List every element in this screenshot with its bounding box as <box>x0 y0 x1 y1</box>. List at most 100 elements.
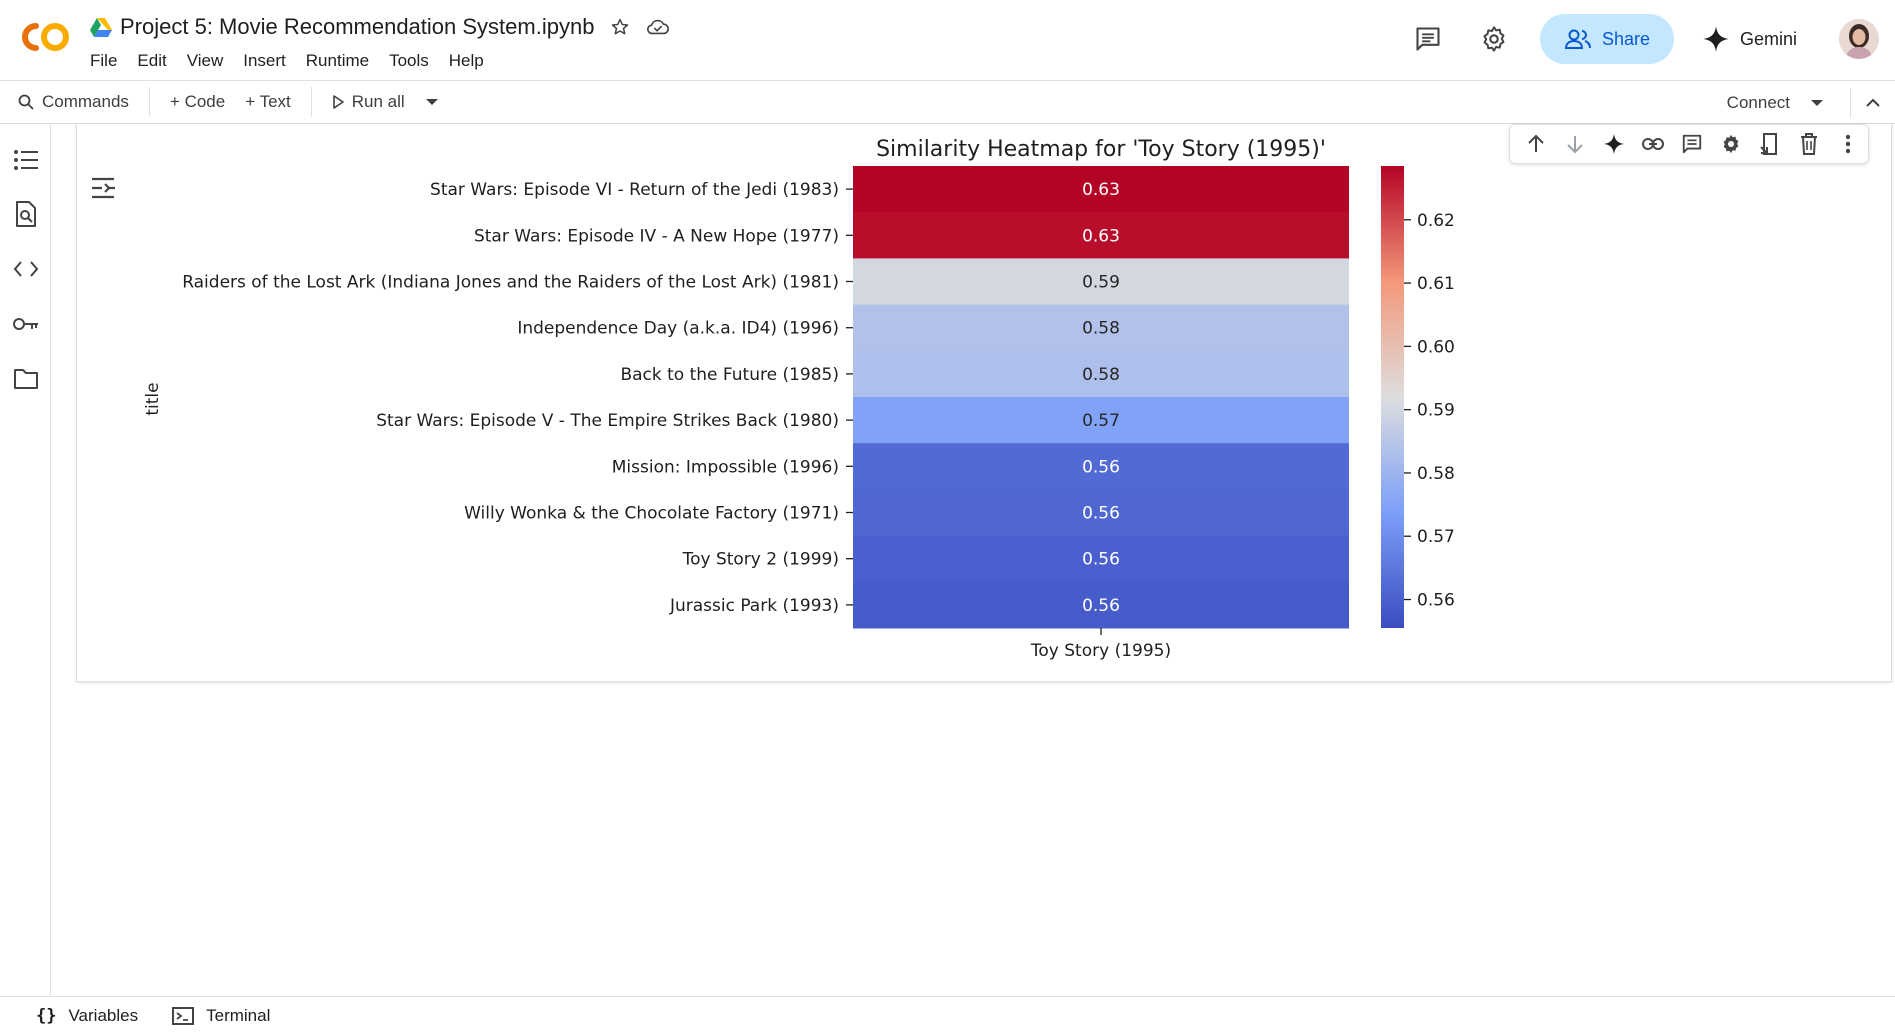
row-tick-label: Star Wars: Episode VI - Return of the Je… <box>430 180 839 200</box>
heatmap-cell-label: 0.63 <box>1082 226 1120 246</box>
row-tick-label: Back to the Future (1985) <box>620 365 839 385</box>
caret-down-icon <box>1811 100 1823 106</box>
play-icon <box>332 95 344 109</box>
comment-icon[interactable] <box>1672 124 1711 164</box>
google-drive-icon[interactable] <box>90 17 112 37</box>
cell-settings-gear-icon[interactable] <box>1712 124 1751 164</box>
row-tick-label: Independence Day (a.k.a. ID4) (1996) <box>517 319 839 339</box>
menu-runtime[interactable]: Runtime <box>296 49 379 73</box>
move-cell-down-icon[interactable] <box>1555 124 1594 164</box>
chevron-up-icon <box>1866 98 1880 107</box>
commands-button[interactable]: Commands <box>8 80 139 124</box>
settings-gear-icon[interactable] <box>1474 19 1514 59</box>
row-tick-label: Star Wars: Episode V - The Empire Strike… <box>376 411 839 431</box>
run-all-dropdown[interactable] <box>415 80 449 124</box>
people-icon <box>1564 29 1591 49</box>
terminal-button[interactable]: Terminal <box>172 1006 270 1026</box>
row-tick-label: Jurassic Park (1993) <box>669 596 839 616</box>
run-all-label: Run all <box>351 92 405 111</box>
colorbar-tick-label: 0.59 <box>1417 401 1455 421</box>
comments-icon[interactable] <box>1408 19 1448 59</box>
move-cell-up-icon[interactable] <box>1516 124 1555 164</box>
heatmap-cell-label: 0.56 <box>1082 596 1120 616</box>
heatmap-cell-label: 0.58 <box>1082 365 1120 385</box>
chart-title: Similarity Heatmap for 'Toy Story (1995)… <box>876 137 1326 162</box>
connect-dropdown[interactable] <box>1800 81 1834 125</box>
menu-insert[interactable]: Insert <box>233 49 296 73</box>
share-label: Share <box>1601 28 1650 49</box>
colorbar-tick-label: 0.56 <box>1417 591 1455 611</box>
heatmap-cell-label: 0.56 <box>1082 504 1120 524</box>
row-tick-label: Star Wars: Episode IV - A New Hope (1977… <box>474 226 839 246</box>
menu-file[interactable]: File <box>80 49 127 73</box>
cloud-saved-icon[interactable] <box>646 15 670 39</box>
header-actions: Share Gemini <box>1408 12 1895 66</box>
notebook-toolbar: Commands + Code + Text Run all Connect <box>0 80 1895 124</box>
add-text-button[interactable]: + Text <box>235 80 301 124</box>
connect-button[interactable]: Connect <box>1717 81 1800 125</box>
toolbar-right: Connect <box>1717 81 1895 125</box>
gemini-sparkle-icon[interactable] <box>1594 124 1633 164</box>
share-button[interactable]: Share <box>1539 14 1674 64</box>
gemini-label: Gemini <box>1739 28 1797 49</box>
colorbar-tick-label: 0.57 <box>1417 527 1455 547</box>
notebook-title[interactable]: Project 5: Movie Recommendation System.i… <box>120 14 594 40</box>
heatmap-cell-label: 0.56 <box>1082 457 1120 477</box>
row-tick-label: Willy Wonka & the Chocolate Factory (197… <box>464 504 839 524</box>
row-tick-label: Raiders of the Lost Ark (Indiana Jones a… <box>182 273 839 293</box>
heatmap-cell-label: 0.58 <box>1082 319 1120 339</box>
mirror-cell-icon[interactable] <box>1751 124 1790 164</box>
colorbar-gradient <box>1381 166 1404 628</box>
row-tick-label: Mission: Impossible (1996) <box>612 457 839 477</box>
colorbar-tick-label: 0.61 <box>1417 274 1455 294</box>
star-icon[interactable] <box>608 15 632 39</box>
x-tick-label: Toy Story (1995) <box>1030 641 1171 661</box>
menu-bar: File Edit View Insert Runtime Tools Help <box>80 49 494 73</box>
heatmap-cell-label: 0.63 <box>1082 180 1120 200</box>
colab-logo[interactable] <box>16 18 72 56</box>
row-tick-label: Toy Story 2 (1999) <box>682 550 839 570</box>
gemini-sparkle-icon <box>1703 26 1729 52</box>
output-actions-icon[interactable] <box>89 174 117 202</box>
link-icon[interactable] <box>1633 124 1672 164</box>
gemini-button[interactable]: Gemini <box>1702 25 1797 53</box>
toolbar-divider <box>148 87 150 117</box>
files-folder-icon[interactable] <box>12 365 40 393</box>
add-code-button[interactable]: + Code <box>160 80 235 124</box>
terminal-label: Terminal <box>206 1006 271 1025</box>
search-icon <box>18 94 34 110</box>
heatmap-cell-label: 0.57 <box>1082 411 1120 431</box>
secrets-key-icon[interactable] <box>12 310 40 338</box>
collapse-header-button[interactable] <box>1851 81 1895 125</box>
user-avatar[interactable] <box>1839 19 1879 59</box>
menu-tools[interactable]: Tools <box>379 49 439 73</box>
bottom-bar: {} Variables Terminal <box>0 996 1895 1035</box>
add-code-label: + Code <box>169 92 226 111</box>
code-snippets-icon[interactable] <box>12 255 40 283</box>
title-row: Project 5: Movie Recommendation System.i… <box>90 12 670 42</box>
terminal-icon <box>172 1007 195 1025</box>
commands-label: Commands <box>42 92 129 111</box>
colorbar-tick-label: 0.62 <box>1417 211 1455 231</box>
curly-braces-icon: {} <box>36 1006 57 1026</box>
app-header: Project 5: Movie Recommendation System.i… <box>0 0 1895 80</box>
menu-edit[interactable]: Edit <box>127 49 176 73</box>
delete-trash-icon[interactable] <box>1790 124 1829 164</box>
cell-toolbar <box>1509 124 1869 164</box>
heatmap-cell-label: 0.59 <box>1082 273 1120 293</box>
y-axis-label: title <box>143 382 163 415</box>
variables-label: Variables <box>68 1006 139 1025</box>
heatmap-cell-label: 0.56 <box>1082 550 1120 570</box>
more-options-icon[interactable] <box>1829 124 1868 164</box>
menu-help[interactable]: Help <box>439 49 494 73</box>
find-in-notebook-icon[interactable] <box>12 200 40 228</box>
toolbar-divider <box>310 87 312 117</box>
variables-button[interactable]: {} Variables <box>36 1006 138 1026</box>
heatmap-cells: 0.63 0.63 0.59 0.58 0.58 0.57 0.56 0.56 0.56 0.56 <box>853 166 1349 629</box>
run-all-button[interactable]: Run all <box>322 80 415 124</box>
left-sidebar <box>0 124 51 996</box>
colorbar-tick-label: 0.60 <box>1417 337 1455 357</box>
table-of-contents-icon[interactable] <box>12 146 40 174</box>
menu-view[interactable]: View <box>177 49 234 73</box>
caret-down-icon <box>425 99 438 105</box>
